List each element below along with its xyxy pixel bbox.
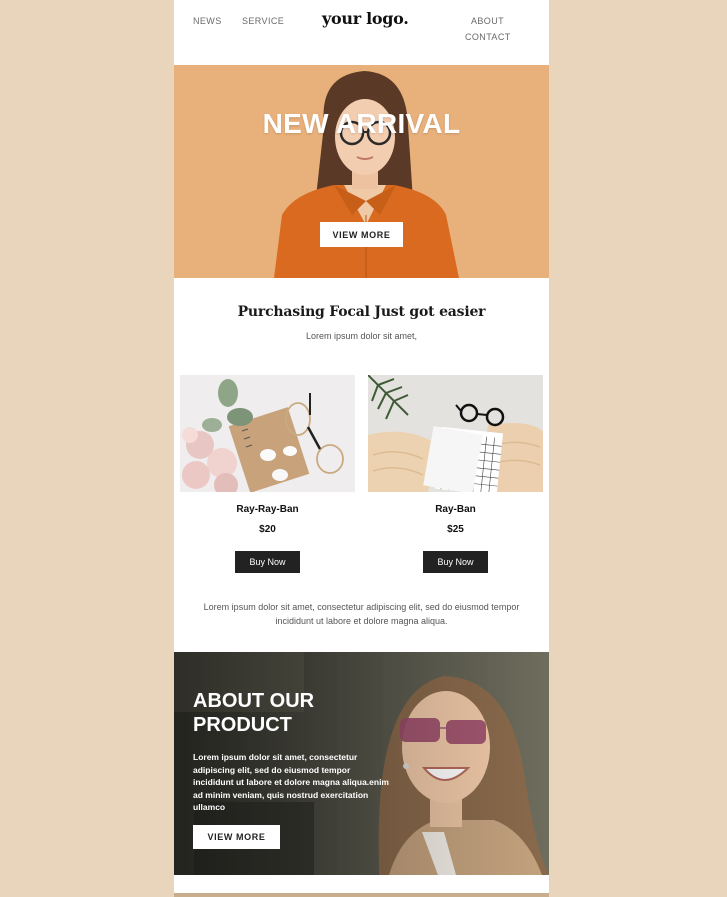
buy-now-button-1[interactable]: Buy Now <box>235 551 300 573</box>
about-view-more-button[interactable]: VIEW MORE <box>193 825 280 849</box>
about-section: ABOUT OUR PRODUCT Lorem ipsum dolor sit … <box>174 652 549 875</box>
section-subtitle: Lorem ipsum dolor sit amet, <box>305 331 418 341</box>
hero-view-more-button[interactable]: VIEW MORE <box>320 222 403 247</box>
nav-about[interactable]: ABOUT <box>471 16 504 26</box>
product-image-2[interactable] <box>368 375 543 492</box>
product-price-1: $20 <box>259 524 276 535</box>
hero-title: NEW ARRIVAL <box>262 108 461 139</box>
section-title: Purchasing Focal Just got easier <box>237 304 486 320</box>
product-1-photo <box>180 375 355 492</box>
product-name-2: Ray-Ban <box>435 504 476 515</box>
description-text: Lorem ipsum dolor sit amet, consectetur … <box>203 602 520 626</box>
product-price-2: $25 <box>447 524 464 535</box>
logo[interactable]: your logo. <box>322 9 409 28</box>
about-title: ABOUT OUR PRODUCT <box>193 690 315 736</box>
nav-contact[interactable]: CONTACT <box>465 32 511 42</box>
product-2-photo <box>368 375 543 492</box>
email-container: NEWS SERVICE your logo. ABOUT CONTACT NE… <box>174 0 549 893</box>
buy-now-button-2[interactable]: Buy Now <box>423 551 488 573</box>
nav-service[interactable]: SERVICE <box>242 16 284 26</box>
product-name-1: Ray-Ray-Ban <box>236 504 299 515</box>
nav-news[interactable]: NEWS <box>193 16 222 26</box>
product-image-1[interactable] <box>180 375 355 492</box>
about-body: Lorem ipsum dolor sit amet, consectetur … <box>193 752 389 812</box>
email-bottom-border <box>174 893 549 897</box>
